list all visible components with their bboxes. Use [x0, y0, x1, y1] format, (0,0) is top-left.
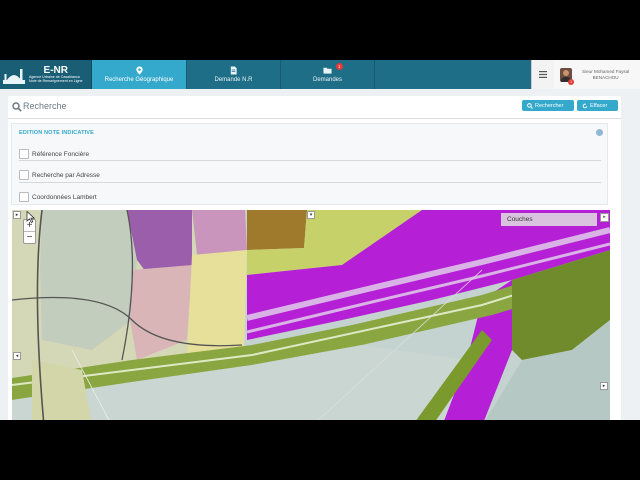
- divider: [19, 182, 601, 183]
- checkbox[interactable]: [19, 192, 29, 202]
- map-view[interactable]: + − Couches ▸ ▸ ▾ ◂ ▸: [12, 210, 610, 420]
- map-zone-pink: [192, 210, 247, 255]
- option-label: Recherche par Adresse: [32, 171, 100, 179]
- divider: [19, 160, 601, 161]
- option-coordonnees-lambert[interactable]: Coordonnées Lambert: [19, 192, 97, 202]
- map-zone-yellow: [187, 250, 247, 360]
- option-label: Coordonnées Lambert: [32, 193, 97, 201]
- search-icon: [527, 102, 533, 109]
- rechercher-button[interactable]: Rechercher: [522, 100, 574, 111]
- demandes-count-badge: 1: [336, 63, 343, 70]
- tab-label: Demandes: [312, 77, 342, 83]
- search-header: Recherche Rechercher Effacer: [8, 96, 621, 119]
- page-title: Recherche: [23, 101, 67, 111]
- layers-toggle-icon[interactable]: ▸: [600, 213, 609, 222]
- tab-label: Demande N.R: [214, 77, 253, 83]
- rechercher-label: Rechercher: [535, 102, 564, 109]
- search-panel: Recherche Rechercher Effacer EDITION NOT…: [8, 96, 621, 420]
- option-label: Référence Foncière: [32, 150, 90, 158]
- user-name-line2: BENACHOU: [592, 74, 619, 80]
- checkbox[interactable]: [19, 170, 29, 180]
- user-name-line1: Sieur Mohamed Faysal: [582, 68, 630, 74]
- user-profile[interactable]: 1 Sieur Mohamed Faysal BENACHOU: [554, 60, 640, 89]
- app-screen: E-NR Agence Urbaine de Casablanca Note d…: [0, 60, 640, 420]
- map-marker-icon: [135, 66, 143, 75]
- map-edge-arrow-icon[interactable]: ▸: [600, 382, 608, 390]
- option-recherche-adresse[interactable]: Recherche par Adresse: [19, 170, 100, 180]
- folder-icon: [323, 67, 332, 74]
- tab-demande-nr[interactable]: Demande N.R: [187, 60, 281, 89]
- effacer-button[interactable]: Effacer: [577, 100, 618, 111]
- tab-recherche-geographique[interactable]: Recherche Géographique: [92, 60, 187, 89]
- tab-label: Recherche Géographique: [104, 77, 174, 83]
- layers-panel-label[interactable]: Couches: [501, 213, 597, 226]
- app-subtitle-2: Note de Renseignement en Ligne: [29, 78, 83, 83]
- top-navbar: E-NR Agence Urbaine de Casablanca Note d…: [0, 60, 640, 89]
- search-icon: [12, 102, 22, 112]
- user-name: Sieur Mohamed Faysal BENACHOU: [582, 69, 629, 80]
- user-notification-badge: 1: [568, 79, 575, 85]
- edition-note-panel: EDITION NOTE INDICATIVE Référence Fonciè…: [11, 123, 608, 205]
- map-zone-historic: [247, 210, 307, 250]
- zoom-out-button[interactable]: −: [24, 232, 35, 243]
- info-icon[interactable]: [596, 129, 603, 136]
- refresh-icon: [582, 102, 588, 108]
- tab-demandes[interactable]: 1 Demandes: [281, 60, 375, 89]
- option-reference-fonciere[interactable]: Référence Foncière: [19, 149, 89, 159]
- mouse-cursor-icon: [26, 211, 35, 223]
- document-icon: [230, 66, 237, 75]
- map-edge-arrow-icon[interactable]: ▸: [13, 211, 21, 219]
- map-edge-arrow-icon[interactable]: ▾: [307, 211, 315, 219]
- hamburger-icon: [539, 71, 547, 78]
- mosque-logo-icon: [3, 68, 25, 84]
- app-logo[interactable]: E-NR Agence Urbaine de Casablanca Note d…: [0, 60, 92, 89]
- navbar-spacer: [375, 60, 531, 89]
- effacer-label: Effacer: [590, 102, 608, 109]
- edition-section-title: EDITION NOTE INDICATIVE: [19, 130, 94, 136]
- checkbox[interactable]: [19, 149, 29, 159]
- zoning-map[interactable]: [12, 210, 610, 420]
- map-edge-arrow-icon[interactable]: ◂: [13, 352, 21, 360]
- hamburger-menu-button[interactable]: [531, 60, 554, 89]
